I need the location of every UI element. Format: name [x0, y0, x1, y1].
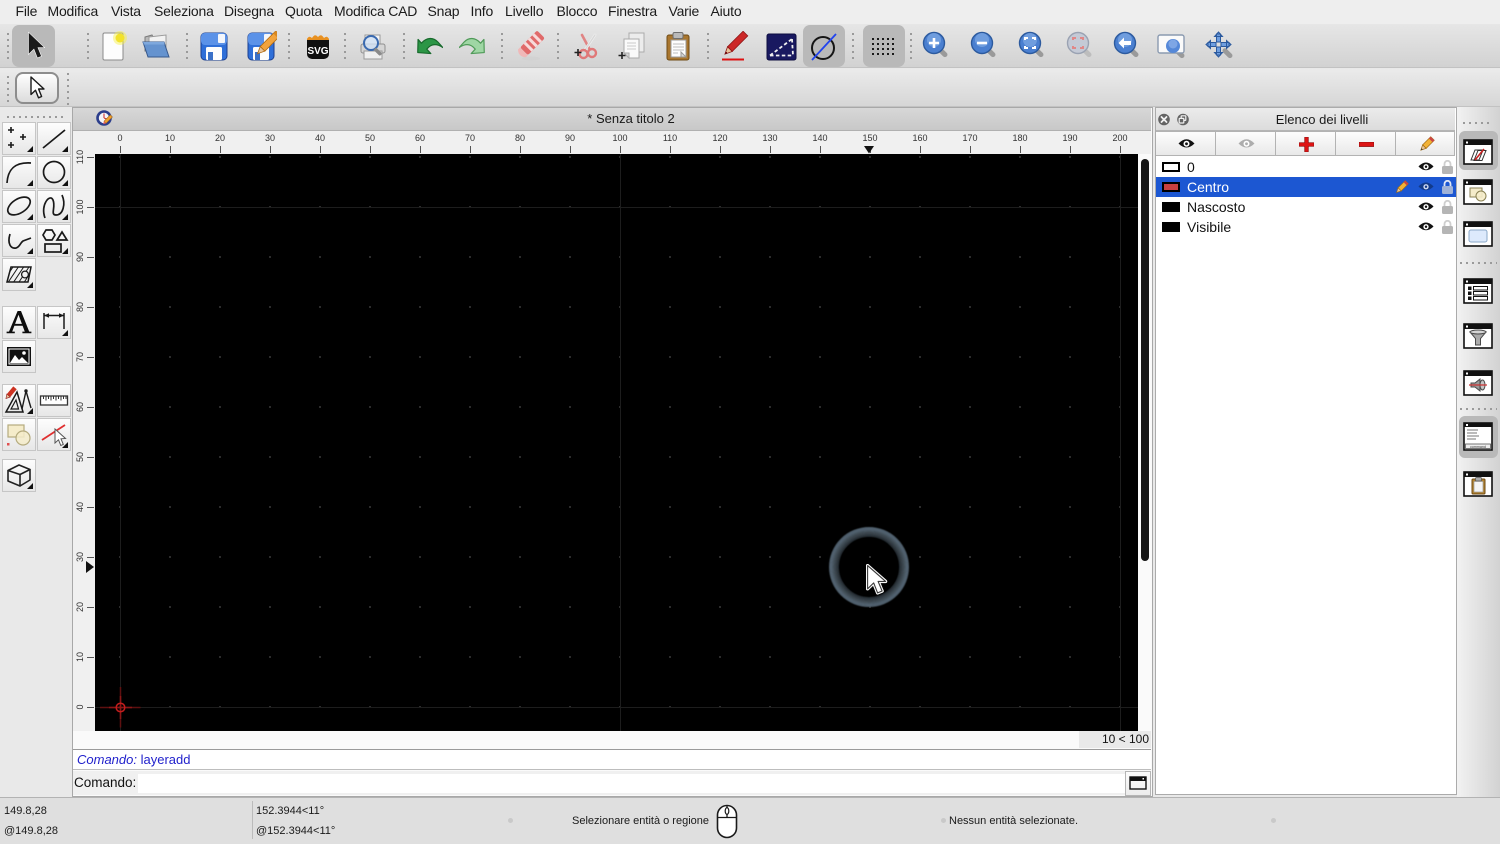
svg-text:command: command — [1470, 445, 1486, 449]
svg-text:SVG: SVG — [307, 46, 328, 57]
